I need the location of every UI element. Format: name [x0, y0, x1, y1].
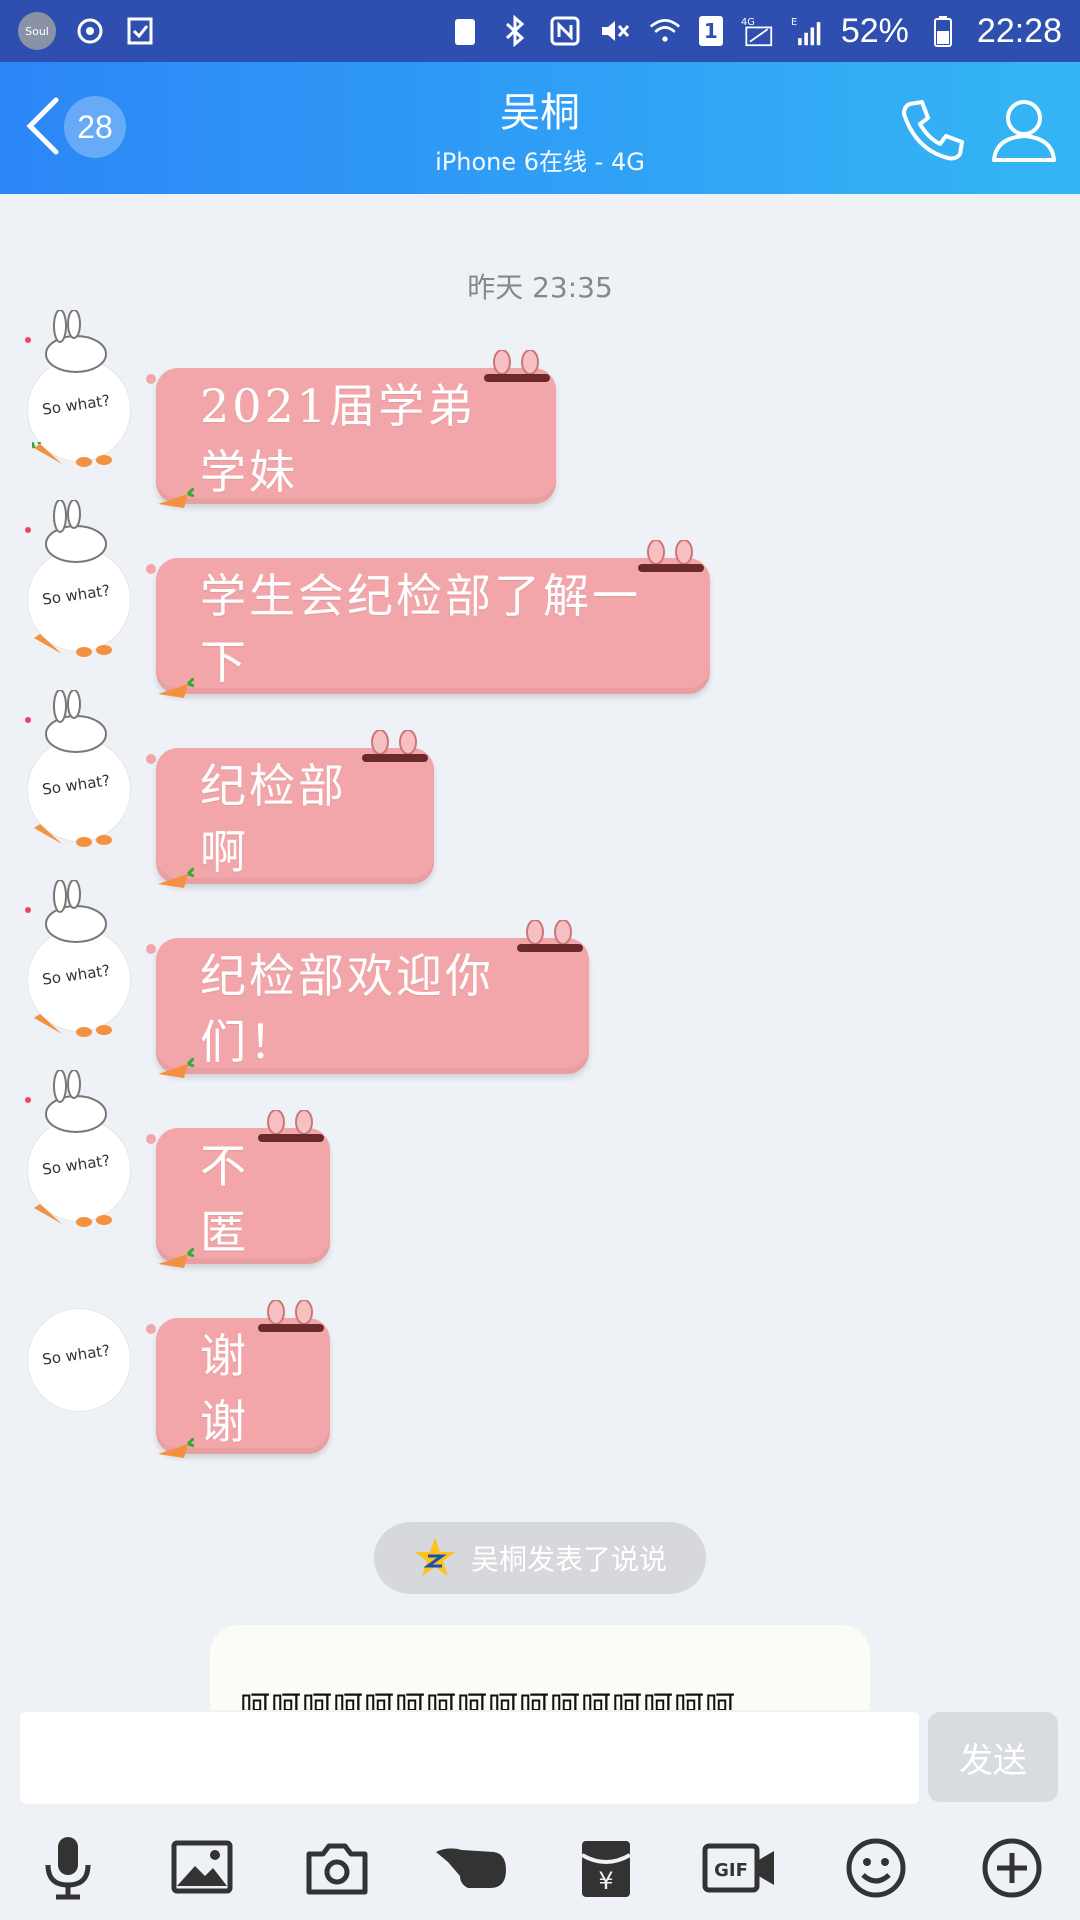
- red-packet-button[interactable]: ¥: [566, 1828, 646, 1908]
- soul-app-icon: Soul: [18, 12, 56, 50]
- feed-notice-text: 吴桐发表了说说: [470, 1543, 667, 1576]
- image-icon: [171, 1840, 233, 1894]
- feed-notice[interactable]: 吴桐发表了说说: [374, 1522, 706, 1594]
- gif-button[interactable]: GIF: [700, 1828, 780, 1908]
- emoji-icon: [846, 1838, 906, 1898]
- message-row: So what? 纪检部欢迎你们！: [0, 880, 1080, 1078]
- status-bar: Soul 1 4G E 52% 22:28: [0, 0, 1080, 62]
- battery-saver-icon: [449, 15, 481, 47]
- bunny-sticker-icon: [25, 880, 107, 943]
- clock: 22:28: [976, 11, 1062, 50]
- message-row: So what? 学生会纪检部了解一下: [0, 500, 1080, 698]
- emoji-button[interactable]: [836, 1828, 916, 1908]
- carrot-icon: [34, 634, 112, 657]
- qzone-star-icon: [414, 1538, 455, 1576]
- message-text: 学生会纪检部了解一下: [200, 569, 641, 689]
- gif-icon: GIF: [702, 1843, 774, 1893]
- plus-icon: [982, 1838, 1042, 1898]
- bunny-sticker-icon: [25, 1070, 107, 1133]
- profile-button[interactable]: [988, 94, 1060, 166]
- carrot-icon: [158, 1438, 194, 1458]
- red-packet-icon: ¥: [580, 1841, 632, 1897]
- bubble-dot: [146, 1324, 156, 1334]
- poke-icon: [436, 1848, 506, 1888]
- message-bubble[interactable]: 不匿: [146, 1110, 330, 1268]
- bubble-dot: [146, 944, 156, 954]
- bunny-ears-icon: [638, 540, 704, 572]
- avatar-caption: So what?: [41, 1341, 112, 1369]
- chat-header: 28 吴桐 iPhone 6在线 - 4G: [0, 62, 1080, 194]
- bunny-sticker-icon: [25, 690, 107, 753]
- send-button[interactable]: 发送: [928, 1712, 1058, 1802]
- checklist-icon: [124, 15, 156, 47]
- message-timestamp: 昨天 23:35: [467, 271, 613, 304]
- bunny-ears-icon: [517, 920, 583, 952]
- battery-percent: 52%: [840, 11, 909, 50]
- avatar-caption: So what?: [41, 961, 112, 989]
- message-bubble[interactable]: 谢谢: [146, 1300, 330, 1458]
- message-bubble[interactable]: 纪检部欢迎你们！: [146, 920, 589, 1078]
- sync-icon: [74, 15, 106, 47]
- bubble-dot: [146, 754, 156, 764]
- message-input[interactable]: [20, 1712, 919, 1804]
- camera-button[interactable]: [297, 1828, 377, 1908]
- composer: 发送 ¥ GIF: [0, 1710, 1080, 1920]
- nfc-icon: [549, 15, 581, 47]
- message-text: 2021届学弟学妹: [200, 379, 477, 499]
- image-button[interactable]: [162, 1828, 242, 1908]
- camera-icon: [306, 1843, 368, 1895]
- sim-icon: 1: [698, 16, 723, 46]
- bunny-ears-icon: [258, 1300, 324, 1332]
- bunny-sticker-icon: [25, 310, 107, 373]
- bluetooth-icon: [499, 15, 531, 47]
- carrot-icon: [32, 442, 112, 467]
- mute-icon: [599, 15, 631, 47]
- carrot-icon: [34, 824, 112, 847]
- message-bubble[interactable]: 2021届学弟学妹: [146, 350, 556, 508]
- message-row: So what? 2021届学弟学妹: [0, 310, 1080, 508]
- avatar[interactable]: So what?: [27, 1308, 131, 1412]
- microphone-icon: [45, 1837, 91, 1900]
- net-e-label: E: [791, 17, 797, 28]
- message-bubble[interactable]: 学生会纪检部了解一下: [146, 540, 710, 698]
- more-button[interactable]: [972, 1828, 1052, 1908]
- wifi-icon: [649, 15, 681, 47]
- avatar-caption: So what?: [41, 1151, 112, 1179]
- poke-button[interactable]: [432, 1828, 512, 1908]
- red-packet-symbol: ¥: [598, 1867, 613, 1895]
- bunny-ears-icon: [362, 730, 428, 762]
- bubble-dot: [146, 374, 156, 384]
- voice-button[interactable]: [28, 1828, 108, 1908]
- signal-e-icon: E: [791, 15, 823, 47]
- battery-icon: [927, 15, 959, 47]
- gif-label: GIF: [714, 1860, 748, 1881]
- carrot-icon: [34, 1204, 112, 1227]
- message-row: So what? 不匿: [0, 1070, 1080, 1268]
- message-text: 纪检部欢迎你们！: [200, 949, 494, 1069]
- avatar-caption: So what?: [41, 771, 112, 799]
- carrot-icon: [34, 1014, 112, 1037]
- person-icon: [992, 100, 1056, 162]
- net-4g-label: 4G: [741, 17, 755, 28]
- bunny-ears-icon: [484, 350, 550, 382]
- message-bubble[interactable]: 纪检部啊: [146, 730, 434, 888]
- signal-4g-icon: 4G: [741, 15, 773, 47]
- phone-icon: [902, 100, 964, 161]
- message-row: So what? 纪检部啊: [0, 690, 1080, 888]
- message-row: So what? 谢谢: [0, 1260, 1080, 1458]
- input-toolbar: ¥ GIF: [0, 1828, 1080, 1914]
- avatar-caption: So what?: [41, 391, 112, 419]
- avatar-caption: So what?: [41, 581, 112, 609]
- bubble-dot: [146, 1134, 156, 1144]
- bunny-ears-icon: [258, 1110, 324, 1142]
- bunny-sticker-icon: [25, 500, 107, 563]
- bubble-dot: [146, 564, 156, 574]
- call-button[interactable]: [896, 94, 968, 166]
